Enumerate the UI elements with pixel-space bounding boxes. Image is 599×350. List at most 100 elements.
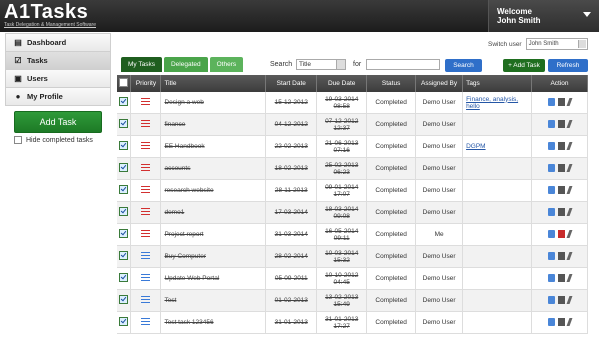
title-cell[interactable]: accounts: [160, 157, 267, 180]
column-header-due-date[interactable]: Due Date: [316, 75, 368, 92]
hide-completed-checkbox[interactable]: [14, 136, 22, 144]
row-select-cell[interactable]: [117, 135, 132, 158]
select-all-checkbox[interactable]: [119, 78, 129, 87]
table-row[interactable]: Project report 31-03-2014 16-05-2014 09:11…: [117, 223, 589, 246]
edit-icon[interactable]: [566, 295, 573, 304]
row-checkbox[interactable]: [119, 141, 129, 150]
view-icon[interactable]: [547, 273, 555, 282]
tab-delegated[interactable]: Delegated: [163, 57, 208, 72]
view-icon[interactable]: [547, 119, 555, 128]
row-checkbox[interactable]: [119, 119, 129, 128]
title-cell[interactable]: research website: [160, 179, 267, 202]
column-header-priority[interactable]: Priority: [130, 75, 162, 92]
table-row[interactable]: finance 04-12-2012 07-12-2012 12:37 Complet…: [117, 113, 589, 136]
column-header-start-date[interactable]: Start Date: [265, 75, 318, 92]
row-select-cell[interactable]: [117, 245, 132, 268]
task-title[interactable]: accounts: [164, 165, 190, 172]
delete-icon[interactable]: [557, 317, 565, 326]
delete-icon[interactable]: [557, 141, 565, 150]
delete-icon[interactable]: [557, 295, 565, 304]
sidebar-item-my-profile[interactable]: ● My Profile: [5, 88, 111, 106]
column-header-title[interactable]: Title: [160, 75, 267, 92]
task-title[interactable]: Test: [164, 297, 176, 304]
sidebar-item-dashboard[interactable]: ▤ Dashboard: [5, 33, 111, 52]
tab-my-tasks[interactable]: My Tasks: [121, 57, 162, 72]
title-cell[interactable]: EE Handbook: [160, 135, 267, 158]
table-row[interactable]: Update Web Portal 05-09-2011 10-10-2012 04…: [117, 267, 589, 290]
select-all-header[interactable]: [117, 75, 132, 92]
task-title[interactable]: demo1: [164, 209, 184, 216]
row-checkbox[interactable]: [119, 229, 129, 238]
task-title[interactable]: Buy Computer: [164, 253, 206, 260]
edit-icon[interactable]: [566, 163, 573, 172]
row-checkbox[interactable]: [119, 295, 129, 304]
delete-icon[interactable]: [557, 273, 565, 282]
row-select-cell[interactable]: [117, 157, 132, 180]
task-title[interactable]: Update Web Portal: [164, 275, 219, 282]
title-cell[interactable]: Buy Computer: [160, 245, 267, 268]
title-cell[interactable]: Project report: [160, 223, 267, 246]
add-task-button[interactable]: Add Task: [14, 111, 102, 133]
switch-user-select[interactable]: John Smith: [525, 38, 588, 50]
view-icon[interactable]: [547, 207, 555, 216]
row-select-cell[interactable]: [117, 113, 132, 136]
edit-icon[interactable]: [566, 229, 573, 238]
task-title[interactable]: EE Handbook: [164, 143, 204, 150]
title-cell[interactable]: Update Web Portal: [160, 267, 267, 290]
row-checkbox[interactable]: [119, 185, 129, 194]
row-select-cell[interactable]: [117, 267, 132, 290]
edit-icon[interactable]: [566, 97, 573, 106]
task-title[interactable]: Test task 123456: [164, 319, 213, 326]
task-title[interactable]: finance: [164, 121, 185, 128]
table-row[interactable]: accounts 18-02-2013 25-02-2013 06:23 Comple…: [117, 157, 589, 180]
view-icon[interactable]: [547, 251, 555, 260]
refresh-button[interactable]: Refresh: [548, 59, 588, 72]
edit-icon[interactable]: [566, 185, 573, 194]
row-checkbox[interactable]: [119, 163, 129, 172]
edit-icon[interactable]: [566, 119, 573, 128]
delete-icon[interactable]: [557, 251, 565, 260]
row-select-cell[interactable]: [117, 311, 132, 334]
task-title[interactable]: Design a web: [164, 99, 203, 106]
row-checkbox[interactable]: [119, 273, 129, 282]
search-button[interactable]: Search: [445, 59, 482, 72]
delete-icon[interactable]: [557, 163, 565, 172]
user-menu[interactable]: Welcome John Smith: [488, 0, 599, 32]
delete-icon[interactable]: [557, 207, 565, 216]
task-title[interactable]: Project report: [164, 231, 203, 238]
sidebar-item-users[interactable]: ▣ Users: [5, 70, 111, 88]
hide-completed-toggle[interactable]: Hide completed tasks: [14, 136, 93, 144]
row-select-cell[interactable]: [117, 92, 132, 114]
edit-icon[interactable]: [566, 273, 573, 282]
chevron-down-icon[interactable]: [583, 12, 591, 17]
edit-icon[interactable]: [566, 141, 573, 150]
search-input[interactable]: [366, 59, 440, 70]
search-field-select[interactable]: Title: [296, 59, 346, 70]
table-row[interactable]: Design a web 15-12-2012 19-03-2014 08:58 Co…: [117, 92, 589, 114]
edit-icon[interactable]: [566, 317, 573, 326]
task-tags[interactable]: DGPM: [466, 143, 486, 150]
column-header-assigned-by[interactable]: Assigned By: [415, 75, 464, 92]
sidebar-item-tasks[interactable]: ☑ Tasks: [5, 52, 111, 70]
delete-icon[interactable]: [557, 229, 565, 238]
table-row[interactable]: Test task 123456 31-01-2013 31-01-2013 17:…: [117, 311, 589, 334]
table-row[interactable]: Test 01-02-2013 13-02-2013 15:49 Completed D…: [117, 289, 589, 312]
edit-icon[interactable]: [566, 207, 573, 216]
title-cell[interactable]: demo1: [160, 201, 267, 224]
delete-icon[interactable]: [557, 185, 565, 194]
delete-icon[interactable]: [557, 97, 565, 106]
view-icon[interactable]: [547, 97, 555, 106]
row-checkbox[interactable]: [119, 207, 129, 216]
row-select-cell[interactable]: [117, 289, 132, 312]
table-row[interactable]: research website 28-11-2013 09-01-2014 17:…: [117, 179, 589, 202]
title-cell[interactable]: Design a web: [160, 92, 267, 114]
app-logo[interactable]: A1Tasks Task Delegation & Management Sof…: [4, 2, 96, 30]
add-task-toolbar-button[interactable]: + Add Task: [503, 59, 545, 72]
title-cell[interactable]: finance: [160, 113, 267, 136]
column-header-status[interactable]: Status: [366, 75, 417, 92]
view-icon[interactable]: [547, 185, 555, 194]
task-title[interactable]: research website: [164, 187, 213, 194]
row-checkbox[interactable]: [119, 97, 129, 106]
edit-icon[interactable]: [566, 251, 573, 260]
row-checkbox[interactable]: [119, 251, 129, 260]
